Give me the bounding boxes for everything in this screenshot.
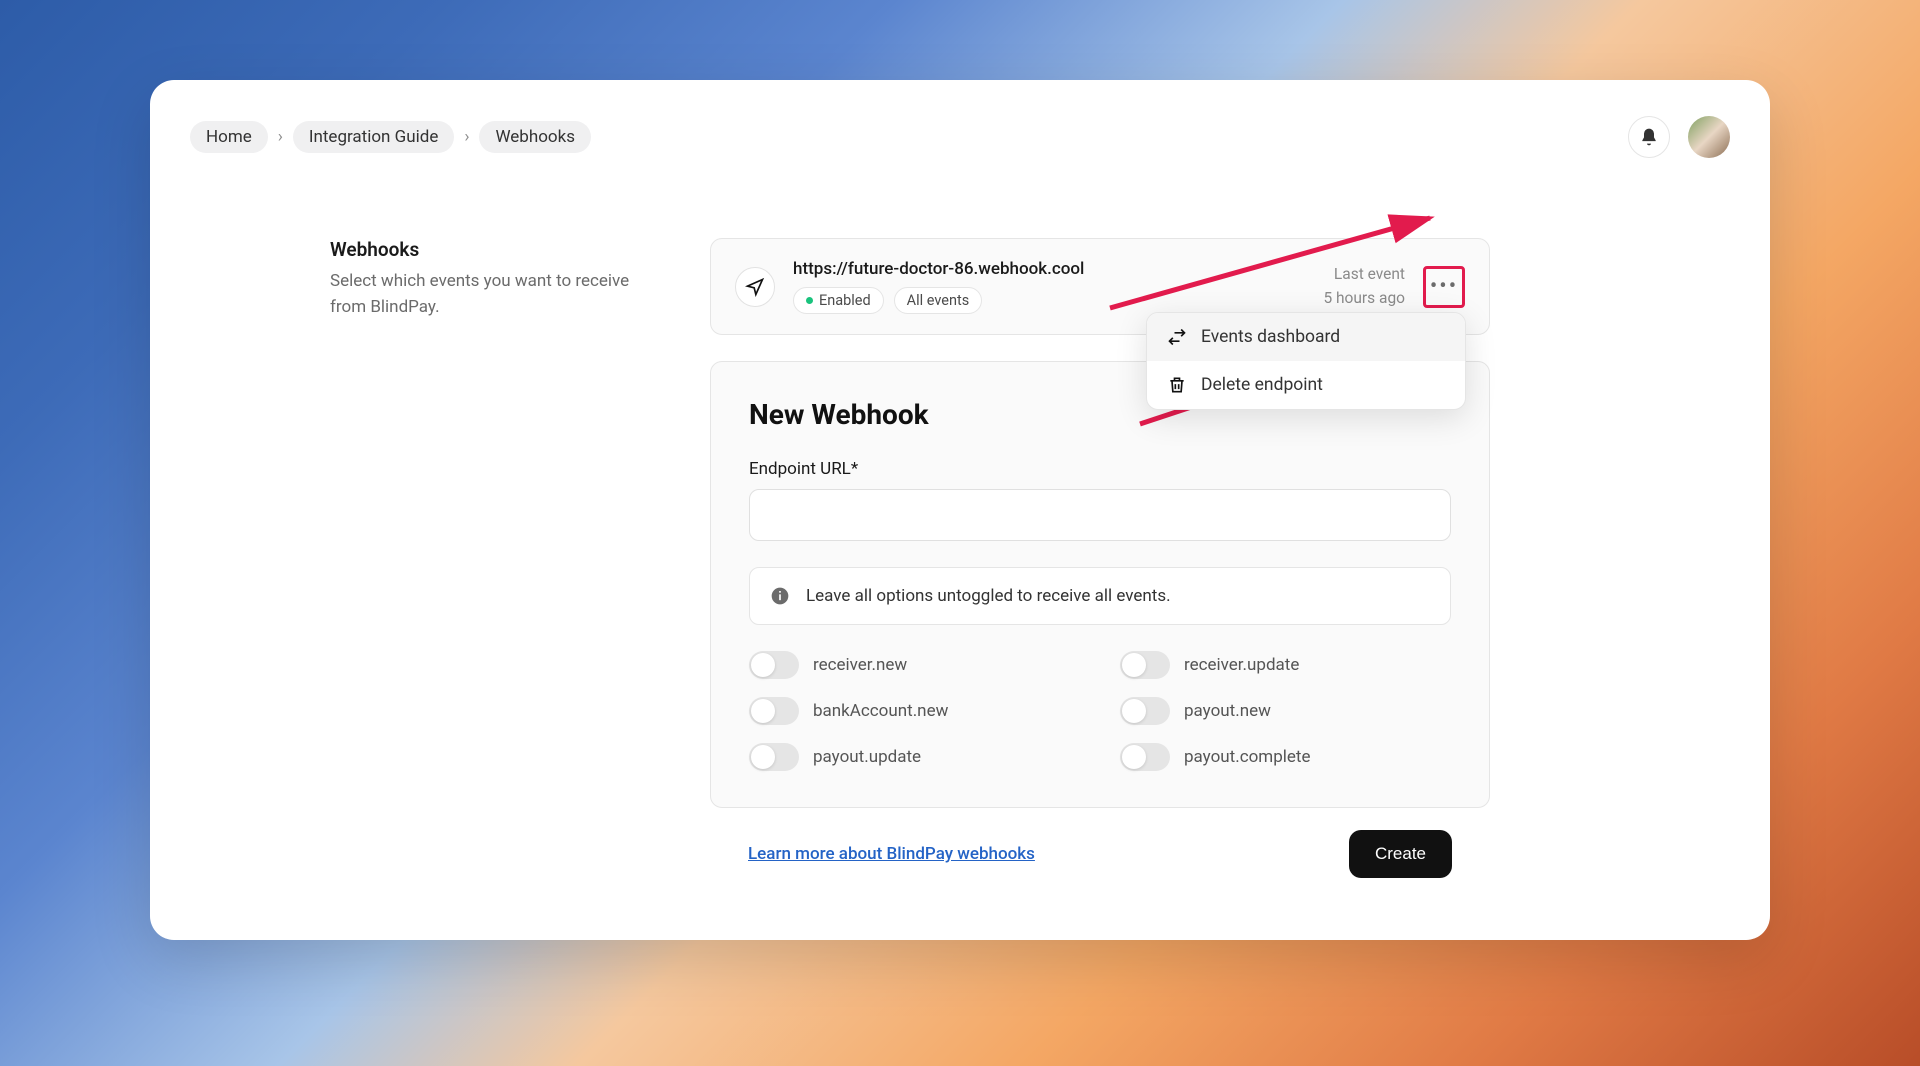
dropdown-item-label: Delete endpoint	[1201, 375, 1323, 395]
breadcrumb-webhooks[interactable]: Webhooks	[479, 121, 591, 153]
switch[interactable]	[1120, 651, 1170, 679]
dropdown-events-dashboard[interactable]: Events dashboard	[1147, 313, 1465, 361]
breadcrumb-separator: ›	[460, 127, 473, 147]
toggle-payout-complete: payout.complete	[1120, 743, 1451, 771]
toggle-receiver-new: receiver.new	[749, 651, 1080, 679]
toggle-payout-update: payout.update	[749, 743, 1080, 771]
swap-icon	[1167, 327, 1187, 347]
topbar: Home › Integration Guide › Webhooks	[190, 116, 1730, 158]
breadcrumb: Home › Integration Guide › Webhooks	[190, 121, 591, 153]
last-event-label: Last event	[1323, 263, 1405, 286]
toggle-label: bankAccount.new	[813, 701, 948, 721]
webhook-more-dropdown: Events dashboard Delete endpoint	[1146, 312, 1466, 410]
new-webhook-panel: New Webhook Endpoint URL* Leave all opti…	[710, 361, 1490, 808]
info-icon	[770, 586, 790, 606]
avatar[interactable]	[1688, 116, 1730, 158]
toggle-receiver-update: receiver.update	[1120, 651, 1451, 679]
topbar-right	[1628, 116, 1730, 158]
switch[interactable]	[1120, 697, 1170, 725]
switch[interactable]	[749, 651, 799, 679]
breadcrumb-home[interactable]: Home	[190, 121, 268, 153]
scope-badge: All events	[894, 287, 983, 314]
app-card: Home › Integration Guide › Webhooks Webh…	[150, 80, 1770, 940]
toggle-bankaccount-new: bankAccount.new	[749, 697, 1080, 725]
status-badge: Enabled	[793, 287, 884, 314]
dropdown-item-label: Events dashboard	[1201, 327, 1340, 347]
toggle-payout-new: payout.new	[1120, 697, 1451, 725]
notifications-button[interactable]	[1628, 116, 1670, 158]
trash-icon	[1167, 375, 1187, 395]
toggle-label: payout.update	[813, 747, 921, 767]
endpoint-url-input[interactable]	[749, 489, 1451, 541]
switch[interactable]	[749, 697, 799, 725]
switch[interactable]	[749, 743, 799, 771]
switch[interactable]	[1120, 743, 1170, 771]
toggle-label: receiver.new	[813, 655, 907, 675]
events-toggle-grid: receiver.new receiver.update bankAccount…	[749, 651, 1451, 771]
status-text: Enabled	[819, 292, 871, 309]
last-event-time: 5 hours ago	[1323, 287, 1405, 310]
webhook-badges: Enabled All events	[793, 287, 1305, 314]
content: Webhooks Select which events you want to…	[190, 158, 1730, 878]
endpoint-url-label: Endpoint URL*	[749, 459, 1451, 479]
breadcrumb-separator: ›	[274, 127, 287, 147]
learn-more-link[interactable]: Learn more about BlindPay webhooks	[748, 844, 1035, 864]
dropdown-delete-endpoint[interactable]: Delete endpoint	[1147, 361, 1465, 409]
page-title: Webhooks	[330, 238, 650, 261]
send-icon	[745, 277, 765, 297]
page-subtitle: Select which events you want to receive …	[330, 269, 650, 320]
right-column: https://future-doctor-86.webhook.cool En…	[710, 238, 1490, 878]
status-dot-icon	[806, 297, 813, 304]
toggle-label: payout.complete	[1184, 747, 1310, 767]
bell-icon	[1639, 127, 1659, 147]
create-button[interactable]: Create	[1349, 830, 1452, 878]
webhook-last-event: Last event 5 hours ago	[1323, 263, 1405, 310]
webhook-more-button[interactable]: •••	[1423, 266, 1465, 308]
toggle-label: payout.new	[1184, 701, 1271, 721]
more-icon: •••	[1430, 274, 1458, 299]
toggle-label: receiver.update	[1184, 655, 1299, 675]
breadcrumb-integration-guide[interactable]: Integration Guide	[293, 121, 455, 153]
panel-footer: Learn more about BlindPay webhooks Creat…	[710, 830, 1490, 878]
left-column: Webhooks Select which events you want to…	[330, 238, 650, 878]
webhook-url: https://future-doctor-86.webhook.cool	[793, 259, 1305, 279]
webhook-icon-circle	[735, 267, 775, 307]
info-text: Leave all options untoggled to receive a…	[806, 586, 1171, 606]
webhook-main: https://future-doctor-86.webhook.cool En…	[793, 259, 1305, 314]
info-box: Leave all options untoggled to receive a…	[749, 567, 1451, 625]
